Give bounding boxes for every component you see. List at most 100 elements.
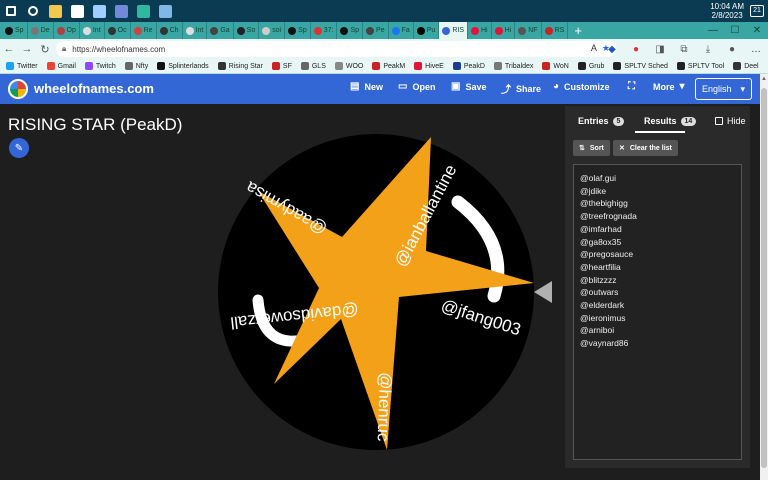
discord-icon[interactable] bbox=[110, 0, 132, 22]
bookmark-item[interactable]: SPLTV Sched bbox=[613, 62, 668, 70]
bookmark-item[interactable]: WOO bbox=[334, 62, 363, 70]
menu-dots-icon[interactable]: … bbox=[744, 44, 768, 55]
read-aloud-icon[interactable]: A bbox=[591, 43, 597, 53]
github-icon[interactable] bbox=[66, 0, 88, 22]
collections-icon[interactable]: ⧉ bbox=[672, 44, 696, 55]
browser-tab[interactable]: Fa bbox=[389, 22, 414, 39]
browser-tab[interactable]: RS bbox=[542, 22, 569, 39]
checkbox-box[interactable] bbox=[715, 117, 723, 125]
notepad-icon-glyph bbox=[158, 4, 172, 18]
bookmark-item[interactable]: PeakD bbox=[452, 62, 485, 70]
downloads-icon[interactable]: ⤓ bbox=[696, 44, 720, 55]
bookmark-item[interactable]: Tribaldex bbox=[493, 62, 533, 70]
steam-icon[interactable] bbox=[88, 0, 110, 22]
bookmark-item[interactable]: HiveE bbox=[414, 62, 444, 70]
scrollbar-thumb[interactable] bbox=[761, 88, 767, 468]
bookmark-item[interactable]: SPLTV Tool bbox=[676, 62, 724, 70]
browser-tab[interactable]: Ga bbox=[207, 22, 234, 39]
bookmark-item[interactable]: Splinterlands bbox=[157, 62, 209, 70]
bookmark-item[interactable]: PeakM bbox=[372, 62, 405, 70]
bookmark-item[interactable]: SF bbox=[271, 62, 292, 70]
spinning-wheel[interactable]: @aadymisa @ianballantine @jfang003 @henr… bbox=[218, 134, 558, 454]
bookmark-item[interactable]: Deel bbox=[733, 62, 759, 70]
tab-label: Sp bbox=[298, 27, 307, 34]
nf-icon[interactable]: ◆ bbox=[600, 44, 624, 55]
url-input[interactable]: 🔒︎ https://wheelofnames.com A ★ bbox=[56, 41, 616, 57]
notepad-icon[interactable] bbox=[154, 0, 176, 22]
hide-checkbox[interactable]: Hide bbox=[715, 116, 746, 126]
bookmark-item[interactable]: Grub bbox=[577, 62, 604, 70]
results-textarea[interactable]: @olaf.gui @jdike @thebighigg @treefrognada @… bbox=[573, 164, 742, 460]
tab-label: Int bbox=[195, 27, 204, 34]
menu-open-button[interactable]: ▭ Open bbox=[398, 81, 435, 92]
menu-customize-button[interactable]: ◕ Customize bbox=[553, 81, 610, 92]
browser-tab[interactable]: Pu bbox=[414, 22, 440, 39]
maximize-button[interactable]: ☐ bbox=[724, 22, 746, 39]
brand-name[interactable]: wheelofnames.com bbox=[34, 81, 154, 96]
menu-share-button[interactable]: ⤴ Share bbox=[501, 81, 541, 97]
back-button[interactable]: ← bbox=[0, 39, 18, 59]
fullscreen-button[interactable]: ⛶ bbox=[628, 81, 635, 92]
new-tab-button[interactable]: + bbox=[568, 23, 588, 38]
split-screen-icon[interactable]: ◨ bbox=[648, 44, 672, 55]
browser-tab[interactable]: NF bbox=[515, 22, 542, 39]
share-icon: ⤴ bbox=[501, 85, 511, 96]
bookmark-item[interactable]: GLS bbox=[300, 62, 326, 70]
bookmark-item[interactable]: Rising Star bbox=[217, 62, 263, 70]
browser-tab[interactable]: Sp bbox=[285, 22, 311, 39]
menu-label: Open bbox=[412, 81, 436, 92]
menu-new-button[interactable]: ▤ New bbox=[350, 81, 383, 92]
refresh-button[interactable]: ↻ bbox=[36, 39, 54, 59]
browser-tab[interactable]: So bbox=[234, 22, 260, 39]
minimize-button[interactable]: — bbox=[702, 22, 724, 39]
browser-tab[interactable]: soi bbox=[259, 22, 286, 39]
browser-tab[interactable]: Hi bbox=[492, 22, 516, 39]
scroll-up-icon[interactable]: ▲ bbox=[761, 76, 767, 82]
browser-tab[interactable]: Sp bbox=[2, 22, 28, 39]
browser-tab[interactable]: Int bbox=[183, 22, 208, 39]
system-clock[interactable]: 10:04 AM 2/8/2023 bbox=[710, 2, 744, 20]
edit-title-button[interactable]: ✎ bbox=[9, 138, 29, 158]
browser-tab[interactable]: Re bbox=[131, 22, 157, 39]
bookmark-item[interactable]: Twitter bbox=[6, 62, 38, 70]
browser-tab[interactable]: Int bbox=[80, 22, 105, 39]
browser-tab[interactable]: Pe bbox=[363, 22, 389, 39]
browser-tab[interactable]: 37: bbox=[311, 22, 338, 39]
sort-button[interactable]: ⇅ Sort bbox=[573, 140, 610, 156]
bookmark-item[interactable]: Gmail bbox=[46, 62, 76, 70]
browser-tab[interactable]: Op bbox=[54, 22, 80, 39]
browser-tab[interactable]: Sp bbox=[337, 22, 364, 39]
windows-icon-glyph bbox=[6, 6, 16, 16]
browser-tab[interactable]: Oc bbox=[105, 22, 131, 39]
file-explorer-icon[interactable] bbox=[44, 0, 66, 22]
tab-label: Ga bbox=[220, 27, 230, 34]
menu-more-button[interactable]: More ▾ bbox=[653, 81, 685, 92]
notification-center-icon[interactable]: 21 bbox=[750, 5, 764, 17]
tab-entries[interactable]: Entries 5 bbox=[578, 116, 625, 126]
browser-tab[interactable]: De bbox=[28, 22, 54, 39]
page-scrollbar[interactable]: ▲ bbox=[760, 74, 768, 480]
browser-tab[interactable]: Hi bbox=[468, 22, 492, 39]
tab-results[interactable]: Results 14 bbox=[644, 116, 697, 126]
profile-avatar-icon[interactable]: ● bbox=[720, 44, 744, 55]
forward-button[interactable]: → bbox=[18, 39, 36, 59]
browser-tab[interactable]: RIS bbox=[439, 22, 468, 39]
bookmark-item[interactable]: WoN bbox=[542, 62, 569, 70]
search-icon[interactable] bbox=[22, 0, 44, 22]
extension-icon[interactable]: ● bbox=[624, 44, 648, 55]
entries-panel: Entries 5 Results 14 Hide ⇅ Sort ✕ Clear… bbox=[565, 106, 750, 468]
wheel-title[interactable]: RISING STAR (PeakD) bbox=[8, 115, 182, 135]
clear-list-button[interactable]: ✕ Clear the list bbox=[613, 140, 678, 156]
close-window-button[interactable]: ✕ bbox=[746, 22, 768, 39]
language-select[interactable]: English ▾ bbox=[695, 78, 752, 100]
entries-count-badge: 5 bbox=[612, 116, 625, 126]
tab-favicon-icon bbox=[494, 26, 503, 35]
bookmark-item[interactable]: Twitch bbox=[84, 62, 116, 70]
edge-icon[interactable] bbox=[132, 0, 154, 22]
windows-icon[interactable] bbox=[0, 0, 22, 22]
chevron-down-icon: ▾ bbox=[679, 81, 685, 92]
wheel-logo-icon[interactable] bbox=[8, 79, 28, 99]
bookmark-item[interactable]: Nfty bbox=[124, 62, 148, 70]
menu-save-button[interactable]: ▣ Save bbox=[451, 81, 486, 92]
browser-tab[interactable]: Ch bbox=[157, 22, 183, 39]
